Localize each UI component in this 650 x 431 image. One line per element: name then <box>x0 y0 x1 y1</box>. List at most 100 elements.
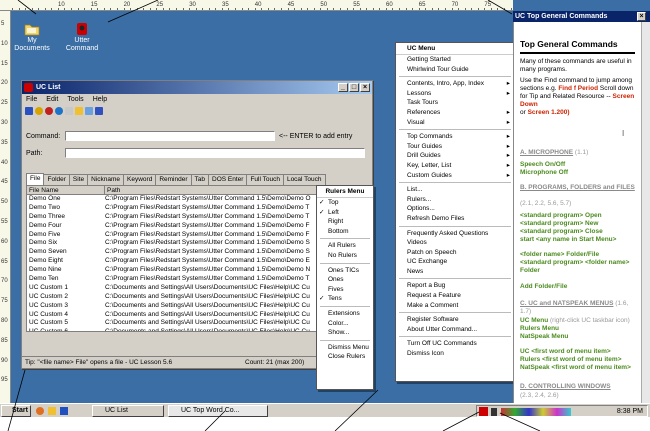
section-d-title[interactable]: D. CONTROLLING WINDOWS <box>520 383 638 391</box>
rulers-menu-item[interactable]: ✓ Left <box>317 208 373 218</box>
left-ruler[interactable]: 5 10 15 20 25 30 35 40 45 50 55 60 65 70 75 80 85 90 95 <box>0 11 11 403</box>
uc-menu-item[interactable]: Top Commands ▸ <box>396 132 514 142</box>
top-ruler[interactable]: 10 15 20 25 30 35 40 45 50 55 60 65 70 75 <box>0 0 513 11</box>
tab-local-touch[interactable]: Local Touch <box>282 174 326 185</box>
rulers-menu-item[interactable]: Ones TICs <box>317 266 373 276</box>
rulers-menu-item[interactable]: Extensions <box>317 309 373 319</box>
menu-item-label: Whirlwind Tour Guide <box>407 65 469 73</box>
section-a-title[interactable]: A. MICROPHONE <box>520 149 573 156</box>
uc-list-titlebar[interactable]: UC List _ □ × <box>22 81 372 94</box>
rulers-menu-item[interactable]: Ones <box>317 275 373 285</box>
desktop-icon[interactable] <box>60 407 68 415</box>
uc-menu-item[interactable]: Rulers... <box>396 195 514 205</box>
uc-menu-item[interactable]: Refresh Demo Files <box>396 214 514 224</box>
ruler-tick <box>425 8 427 10</box>
start-button[interactable]: Start <box>1 405 31 417</box>
uc-menu-item[interactable]: References ▸ <box>396 108 514 118</box>
rulers-menu-item[interactable]: Bottom <box>317 227 373 237</box>
uc-menu-item[interactable]: Getting Started <box>396 55 514 65</box>
ruler-tick <box>182 8 184 10</box>
uc-menu-item[interactable]: Contents, Intro, App, Index ▸ <box>396 79 514 89</box>
menu-edit[interactable]: Edit <box>46 94 58 105</box>
uc-menu-item[interactable]: Drill Guides ▸ <box>396 151 514 161</box>
stop-icon[interactable] <box>45 106 53 115</box>
menu-file[interactable]: File <box>26 94 37 105</box>
uc-menu-item[interactable]: Tour Guides ▸ <box>396 142 514 152</box>
desktop-icon-utter-command[interactable]: Utter Command <box>62 22 102 53</box>
help-icon[interactable] <box>95 106 103 115</box>
tab-full-touch[interactable]: Full Touch <box>246 174 284 185</box>
firefox-icon[interactable] <box>36 407 44 415</box>
print-icon[interactable] <box>65 106 73 115</box>
uc-menu-item[interactable]: Task Tours <box>396 98 514 108</box>
column-header-file-name[interactable]: File Name <box>27 186 105 194</box>
rulers-menu-item[interactable]: No Rulers <box>317 251 373 261</box>
uc-menu-item[interactable]: List... <box>396 185 514 195</box>
tab-folder[interactable]: Folder <box>43 174 70 185</box>
tray-icons[interactable] <box>501 408 571 416</box>
rulers-menu-item[interactable]: Dismiss Menu <box>317 343 373 353</box>
tab-reminder[interactable]: Reminder <box>155 174 192 185</box>
uc-menu-item[interactable]: About Utter Command... <box>396 325 514 335</box>
uc-menu-item[interactable]: Dismiss Icon <box>396 349 514 359</box>
path-input[interactable] <box>65 148 365 158</box>
uc-menu-item[interactable]: Visual ▸ <box>396 118 514 128</box>
rulers-menu-item[interactable]: Fives <box>317 285 373 295</box>
rulers-menu-item[interactable]: Close Rulers <box>317 352 373 362</box>
rulers-menu-item[interactable]: Color... <box>317 319 373 329</box>
ruler-tick <box>313 8 315 10</box>
uc-menu-item[interactable]: UC Exchange <box>396 257 514 267</box>
menu-item-label: Top <box>328 199 339 206</box>
copy-icon[interactable] <box>85 106 93 115</box>
uc-menu-item[interactable]: Make a Comment <box>396 301 514 311</box>
panel-titlebar[interactable]: UC Top General Commands × <box>513 11 650 22</box>
tab-keyword[interactable]: Keyword <box>123 174 157 185</box>
uc-menu-item[interactable]: Whirlwind Tour Guide <box>396 65 514 75</box>
uc-menu-item[interactable]: News <box>396 267 514 277</box>
menu-tools[interactable]: Tools <box>67 94 83 105</box>
taskbar-button-uc-list[interactable]: UC List <box>92 405 164 417</box>
menu-item-label: Getting Started <box>407 56 451 63</box>
folder-open-icon[interactable] <box>75 106 83 115</box>
menu-help[interactable]: Help <box>93 94 107 105</box>
tab-site[interactable]: Site <box>68 174 89 185</box>
rulers-menu-item[interactable]: All Rulers <box>317 241 373 251</box>
uc-menu-item[interactable]: Turn Off UC Commands <box>396 339 514 349</box>
uc-menu-item[interactable]: Report a Bug <box>396 281 514 291</box>
rulers-menu-item[interactable]: ✓ Top <box>317 198 373 208</box>
uc-menu-item[interactable]: Request a Feature <box>396 291 514 301</box>
panel-scrollbar[interactable] <box>641 22 650 403</box>
tab-file[interactable]: File <box>26 173 45 185</box>
uc-menu-item[interactable]: Register Software <box>396 315 514 325</box>
rulers-menu-item[interactable]: Right <box>317 217 373 227</box>
command-input[interactable] <box>65 131 275 141</box>
uc-menu-item[interactable]: Options... <box>396 204 514 214</box>
close-button[interactable]: × <box>360 83 370 92</box>
tab-nickname[interactable]: Nickname <box>87 174 125 185</box>
minimize-button[interactable]: _ <box>338 83 348 92</box>
desktop-icon-my-documents[interactable]: My Documents <box>12 22 52 53</box>
uc-menu-item[interactable]: Videos <box>396 238 514 248</box>
tab-dos-enter[interactable]: DOS Enter <box>208 174 248 185</box>
ruler-tick <box>287 8 289 10</box>
uc-menu-item[interactable]: Patch on Speech <box>396 248 514 258</box>
ruler-tick <box>405 8 407 10</box>
maximize-button[interactable]: □ <box>349 83 359 92</box>
rulers-menu-item[interactable]: ✓ Tens <box>317 294 373 304</box>
radiation-icon[interactable] <box>35 106 43 115</box>
tab-tab[interactable]: Tab <box>190 174 209 185</box>
panel-close-button[interactable]: × <box>637 12 646 21</box>
taskbar-button-uc-top[interactable]: UC Top Word Co... <box>168 405 268 417</box>
microphone-icon[interactable] <box>491 408 497 416</box>
save-icon[interactable] <box>25 106 33 115</box>
uc-menu-item[interactable]: Custom Guides ▸ <box>396 171 514 181</box>
rulers-menu-item[interactable]: Show... <box>317 328 373 338</box>
uc-menu-item[interactable]: Frequently Asked Questions <box>396 229 514 239</box>
section-c-title[interactable]: C. UC and NATSPEAK MENUS <box>520 300 613 307</box>
uc-menu-item[interactable]: Key, Letter, List ▸ <box>396 161 514 171</box>
info-icon[interactable] <box>55 106 63 115</box>
uc-tray-icon[interactable] <box>479 407 488 416</box>
explorer-icon[interactable] <box>48 407 56 415</box>
section-b-title[interactable]: B. PROGRAMS, FOLDERS and FILES <box>520 184 638 192</box>
uc-menu-item[interactable]: Lessons ▸ <box>396 89 514 99</box>
